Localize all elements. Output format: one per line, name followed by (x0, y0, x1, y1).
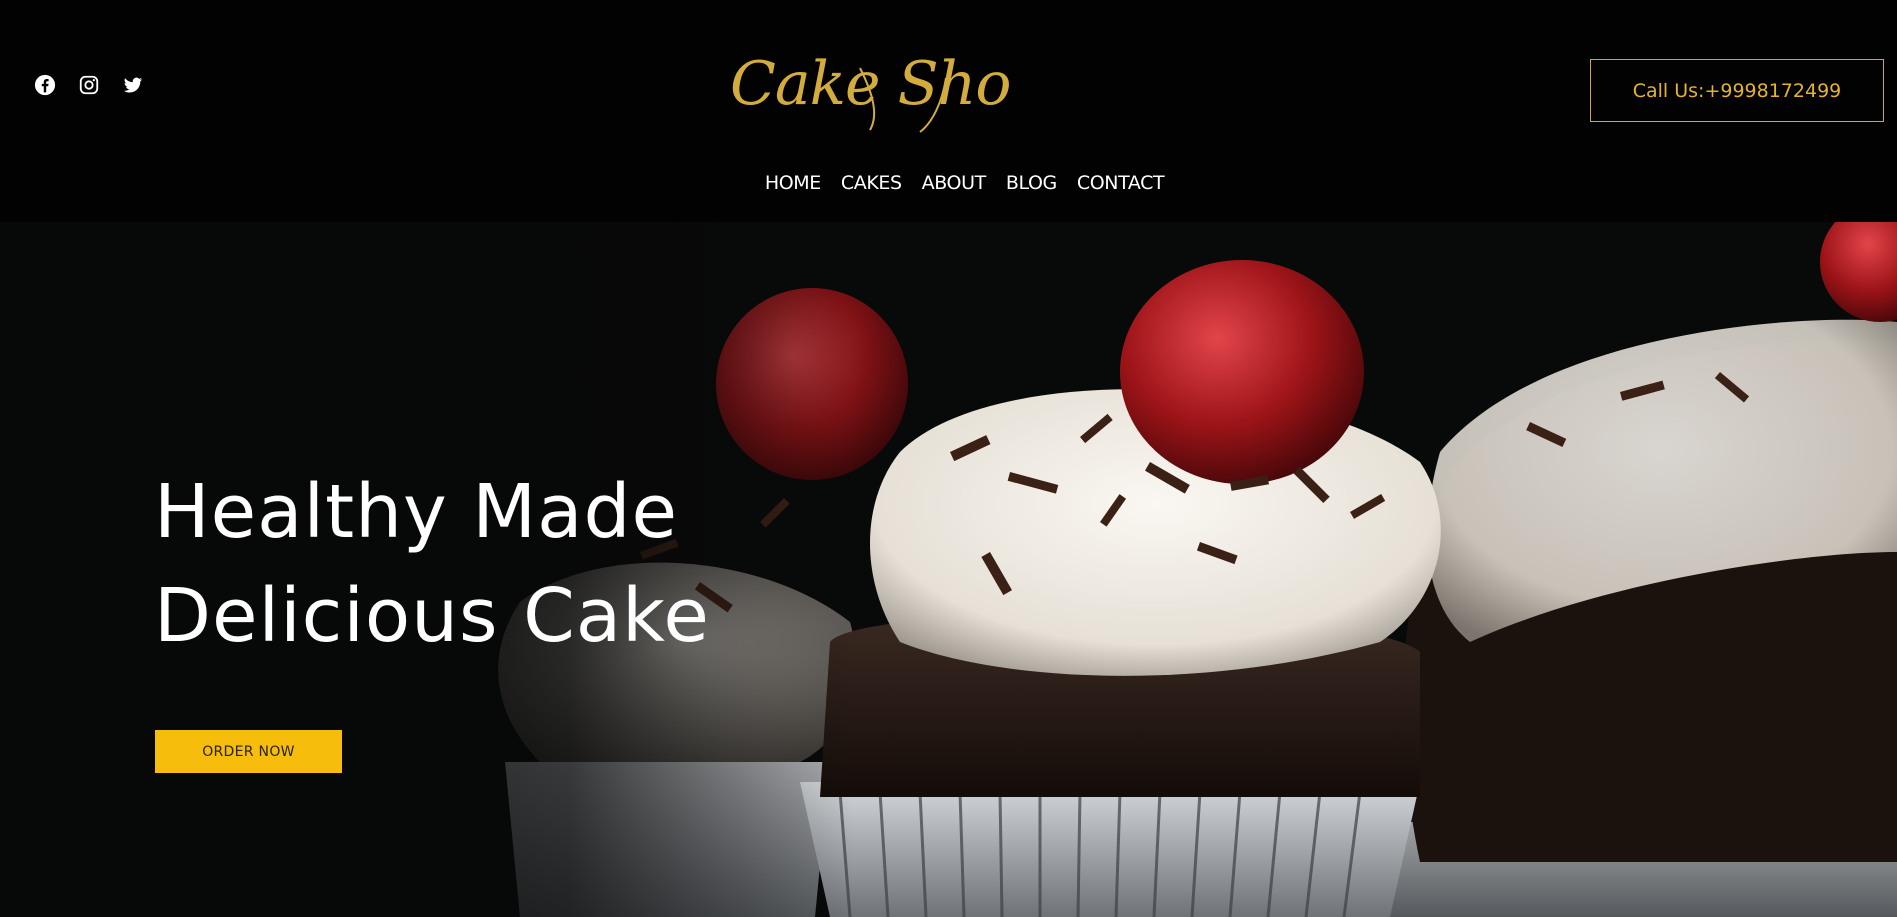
nav-blog[interactable]: BLOG (1006, 172, 1057, 194)
call-us-button[interactable]: Call Us:+9998172499 (1590, 59, 1884, 122)
hero-headline-line1: Healthy Made (154, 469, 679, 555)
twitter-icon[interactable] (122, 74, 144, 96)
hero-headline-line2: Delicious Cake (154, 573, 710, 659)
nav-cakes[interactable]: CAKES (841, 172, 902, 194)
facebook-icon[interactable] (34, 74, 56, 96)
nav-contact[interactable]: CONTACT (1077, 172, 1165, 194)
nav-about[interactable]: ABOUT (922, 172, 987, 194)
order-now-button[interactable]: ORDER NOW (155, 730, 342, 773)
hero-section: Healthy Made Delicious Cake ORDER NOW (0, 222, 1897, 917)
logo-text: Cake Shop (730, 49, 1010, 119)
hero-headline: Healthy Made Delicious Cake (154, 460, 710, 668)
instagram-icon[interactable] (78, 74, 100, 96)
main-nav: HOME CAKES ABOUT BLOG CONTACT (0, 172, 1897, 194)
social-links (34, 74, 144, 96)
site-header: Cake Shop Call Us:+9998172499 HOME CAKES… (0, 0, 1897, 222)
nav-home[interactable]: HOME (765, 172, 821, 194)
logo[interactable]: Cake Shop (720, 28, 1010, 138)
